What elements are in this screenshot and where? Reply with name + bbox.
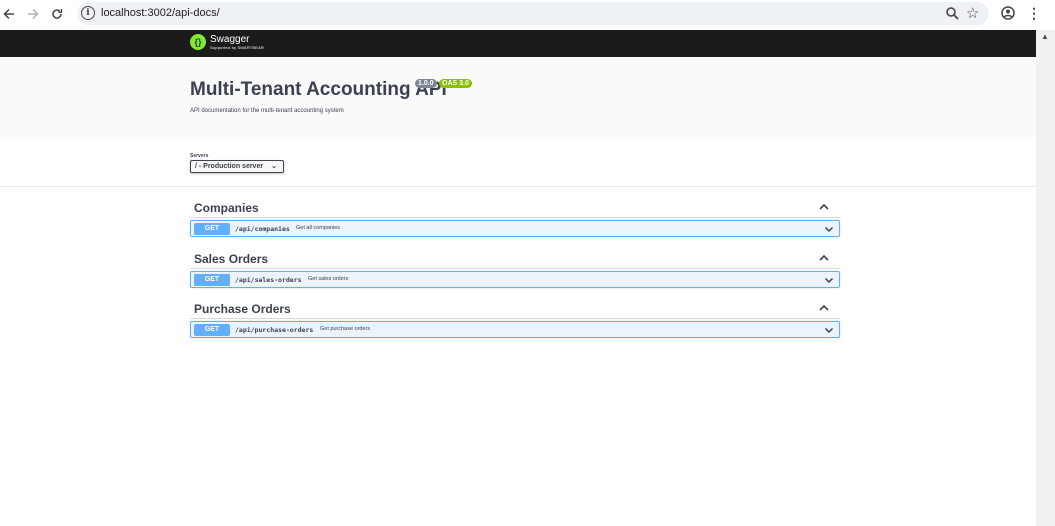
api-info: Multi-Tenant Accounting API 1.0.0 OAS 3.… [0,57,1036,137]
chevron-up-icon[interactable] [818,252,830,264]
scroll-up-icon[interactable]: ▲ [1041,32,1049,41]
tag-header-sales-orders[interactable]: Sales Orders [190,249,840,269]
servers-select[interactable]: / - Production server ⌄ [190,160,284,173]
zoom-icon[interactable] [945,6,960,21]
reload-button[interactable] [48,5,66,23]
arrow-left-icon [3,8,14,20]
reload-icon [52,9,63,19]
chevron-down-icon[interactable] [824,325,834,335]
profile-icon[interactable] [1001,6,1015,20]
chevron-down-icon[interactable] [824,275,834,285]
version-badge: 1.0.0 [415,79,437,88]
tag-section-sales-orders: Sales Orders GET /api/sales-orders Get s… [190,249,840,288]
chevron-up-icon[interactable] [818,201,830,213]
bookmark-star-icon[interactable]: ☆ [966,4,979,22]
operation-path: /api/sales-orders [235,276,302,284]
swagger-logo[interactable]: {} Swagger Supported by SMARTBEAR [190,34,264,50]
servers-section: Servers / - Production server ⌄ [0,137,1036,187]
method-badge: GET [194,324,230,336]
chevron-down-icon[interactable] [824,224,834,234]
page-title: Multi-Tenant Accounting API [190,79,447,100]
servers-selected-value: / - Production server [195,163,264,170]
operation-path: /api/companies [235,225,290,233]
tag-name: Purchase Orders [194,302,291,316]
operation-path: /api/purchase-orders [235,326,314,334]
forward-button[interactable] [24,5,42,23]
tag-name: Sales Orders [194,252,269,266]
swagger-topbar: {} Swagger Supported by SMARTBEAR [0,30,1036,57]
operation-get-companies[interactable]: GET /api/companies Get all companies [190,220,840,237]
method-badge: GET [194,223,230,235]
tag-section-purchase-orders: Purchase Orders GET /api/purchase-orders… [190,299,840,338]
chevron-up-icon[interactable] [818,302,830,314]
tag-header-purchase-orders[interactable]: Purchase Orders [190,299,840,319]
browser-toolbar: i localhost:3002/api-docs/ ☆ ⋮ [0,0,1055,29]
tag-name: Companies [194,201,259,215]
method-badge: GET [194,274,230,286]
operation-summary: Get purchase orders [320,326,371,332]
address-bar[interactable]: i localhost:3002/api-docs/ ☆ [77,2,989,25]
kebab-menu-icon[interactable]: ⋮ [1027,5,1041,22]
page-scrollbar[interactable]: ▲ [1036,30,1055,526]
url-text[interactable]: localhost:3002/api-docs/ [101,7,220,19]
servers-label: Servers [190,153,209,159]
brand-tagline: Supported by SMARTBEAR [210,45,265,50]
arrow-right-icon [28,8,39,20]
tag-header-companies[interactable]: Companies [190,198,840,218]
operation-get-purchase-orders[interactable]: GET /api/purchase-orders Get purchase or… [190,321,840,338]
tag-section-companies: Companies GET /api/companies Get all com… [190,198,840,237]
operation-get-sales-orders[interactable]: GET /api/sales-orders Get sales orders [190,271,840,288]
api-description: API documentation for the multi-tenant a… [190,108,344,114]
chevron-down-icon: ⌄ [271,163,277,170]
brand-name: Swagger [210,34,250,45]
site-info-icon[interactable]: i [81,6,95,20]
swagger-logo-icon: {} [190,34,206,50]
back-button[interactable] [0,5,18,23]
operation-summary: Get all companies [296,225,341,231]
operation-summary: Get sales orders [308,276,349,282]
oas-badge: OAS 3.0 [439,79,472,88]
